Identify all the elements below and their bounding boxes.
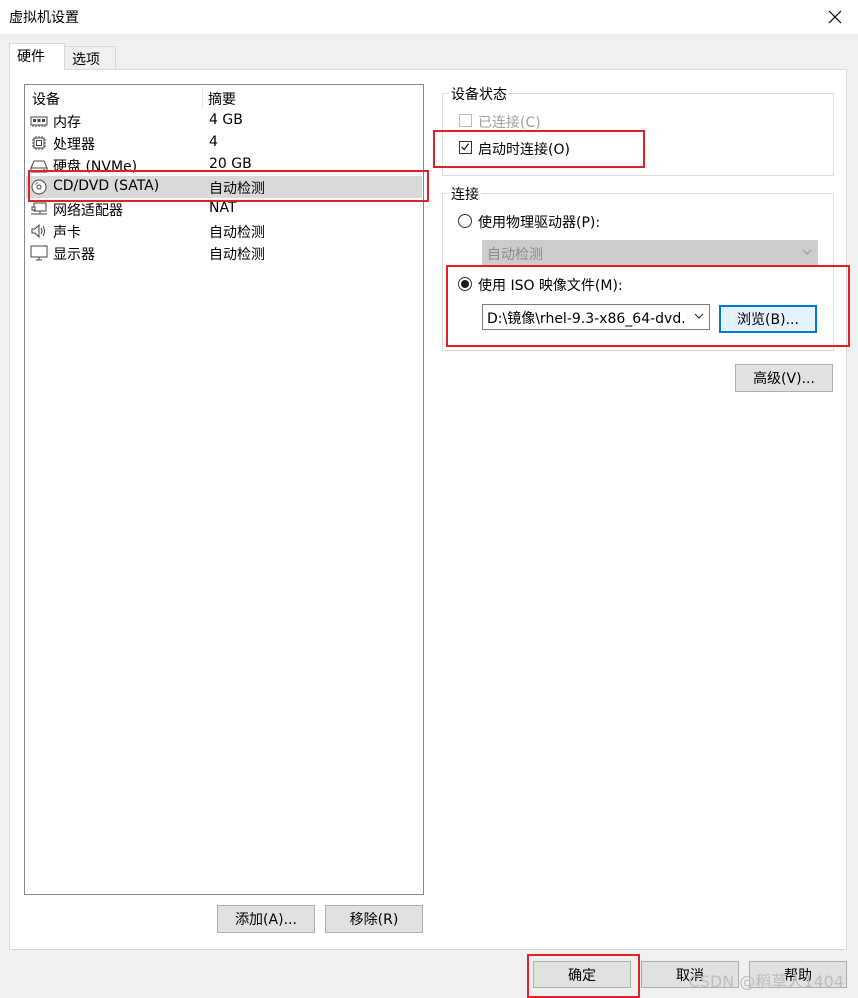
device-row-harddisk[interactable]: 硬盘 (NVMe) 20 GB <box>26 154 422 176</box>
physical-drive-value: 自动检测 <box>487 247 543 263</box>
iso-image-label: 使用 ISO 映像文件(M): <box>478 278 623 294</box>
physical-drive-label: 使用物理驱动器(P): <box>478 215 601 231</box>
physical-drive-radio[interactable] <box>458 214 472 228</box>
device-name: 内存 <box>53 115 81 131</box>
device-summary: 自动检测 <box>209 225 265 241</box>
device-name: 声卡 <box>53 225 81 241</box>
device-name: 处理器 <box>53 137 95 153</box>
memory-icon <box>30 116 48 127</box>
device-name: CD/DVD (SATA) <box>53 178 160 194</box>
ok-button[interactable]: 确定 <box>533 961 631 988</box>
device-summary: 4 GB <box>209 112 243 128</box>
window-title: 虚拟机设置 <box>9 10 79 26</box>
network-adapter-icon <box>31 202 47 215</box>
device-summary: 自动检测 <box>209 181 265 197</box>
connection-title: 连接 <box>449 184 481 204</box>
close-icon <box>828 10 842 24</box>
cd-dvd-icon <box>31 179 47 195</box>
sound-card-icon <box>31 223 45 239</box>
browse-button[interactable]: 浏览(B)... <box>719 305 817 333</box>
connect-at-power-on-checkbox[interactable] <box>459 141 472 154</box>
processor-icon <box>32 136 46 150</box>
add-device-button[interactable]: 添加(A)... <box>217 905 315 933</box>
device-row-cd-dvd[interactable]: CD/DVD (SATA) 自动检测 <box>26 176 422 198</box>
device-summary: 4 <box>209 134 218 150</box>
device-summary: NAT <box>209 200 237 216</box>
iso-path-value[interactable]: D:\镜像\rhel-9.3-x86_64-dvd.is <box>487 308 687 328</box>
close-button[interactable] <box>812 0 858 34</box>
physical-drive-select[interactable]: 自动检测 <box>482 240 818 266</box>
chevron-down-icon <box>802 249 812 255</box>
device-row-memory[interactable]: 内存 4 GB <box>26 110 422 132</box>
checkmark-icon <box>461 143 469 151</box>
chevron-down-icon[interactable] <box>694 313 704 320</box>
iso-path-combobox[interactable]: D:\镜像\rhel-9.3-x86_64-dvd.is <box>482 304 710 330</box>
device-row-processor[interactable]: 处理器 4 <box>26 132 422 154</box>
device-status-group <box>442 93 834 176</box>
tab-options[interactable]: 选项 <box>64 46 116 70</box>
harddisk-icon <box>30 160 48 173</box>
connect-at-power-on-label: 启动时连接(O) <box>478 142 570 158</box>
advanced-button[interactable]: 高级(V)... <box>735 364 833 392</box>
device-list[interactable]: 设备 摘要 内存 4 GB 处理器 4 硬盘 (NVMe) 20 GB CD/D… <box>24 84 424 895</box>
column-divider[interactable] <box>202 87 203 109</box>
device-summary: 20 GB <box>209 156 252 172</box>
column-header-summary[interactable]: 摘要 <box>208 89 236 109</box>
device-row-display[interactable]: 显示器 自动检测 <box>26 242 422 264</box>
tab-hardware[interactable]: 硬件 <box>9 43 65 70</box>
device-name: 显示器 <box>53 247 95 263</box>
device-row-sound-card[interactable]: 声卡 自动检测 <box>26 220 422 242</box>
title-bar: 虚拟机设置 <box>0 0 858 34</box>
iso-image-radio[interactable] <box>458 277 472 291</box>
column-header-device[interactable]: 设备 <box>32 89 60 109</box>
connected-checkbox[interactable] <box>459 114 472 127</box>
connected-label: 已连接(C) <box>478 115 541 131</box>
remove-device-button[interactable]: 移除(R) <box>325 905 423 933</box>
watermark: CSDN @稻草人1404 <box>688 972 844 991</box>
device-summary: 自动检测 <box>209 247 265 263</box>
device-name: 硬盘 (NVMe) <box>53 159 138 175</box>
device-status-title: 设备状态 <box>449 84 509 104</box>
device-name: 网络适配器 <box>53 203 123 219</box>
device-row-network-adapter[interactable]: 网络适配器 NAT <box>26 198 422 220</box>
display-icon <box>30 245 48 261</box>
